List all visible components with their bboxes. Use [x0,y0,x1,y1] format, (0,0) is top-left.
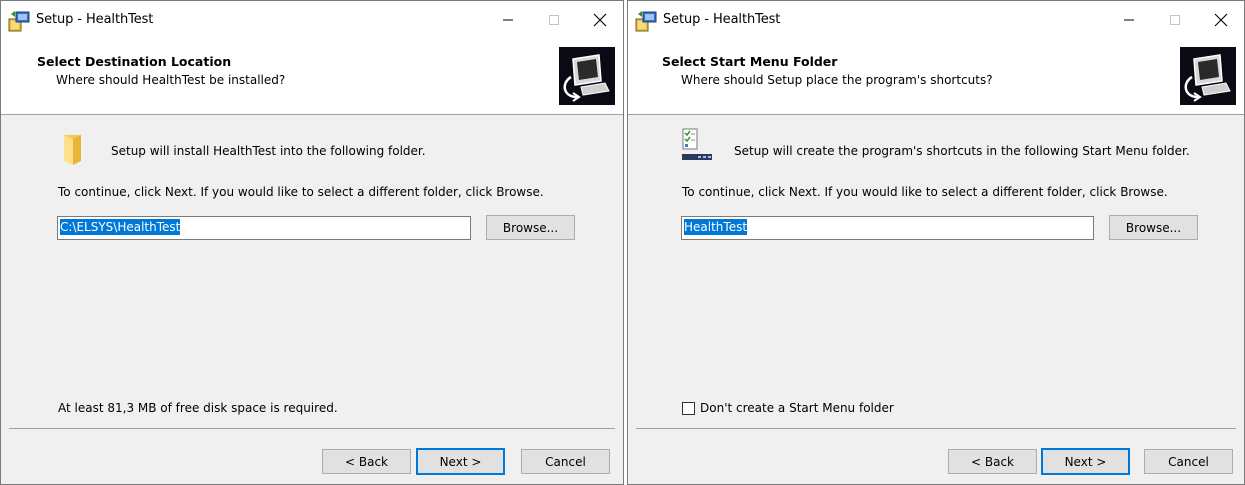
maximize-button [1152,1,1198,39]
continue-instructions: To continue, click Next. If you would li… [682,185,1168,199]
minimize-button[interactable] [1106,1,1152,39]
title-bar[interactable]: Setup - HealthTest [1,1,623,39]
install-info-text: Setup will install HealthTest into the f… [111,144,426,158]
setup-app-icon [8,10,30,32]
next-button[interactable]: Next > [1041,448,1130,475]
no-start-menu-folder-checkbox[interactable] [682,402,695,415]
start-menu-folder-input[interactable]: HealthTest [681,216,1094,240]
close-icon [593,13,607,27]
page-subtitle: Where should Setup place the program's s… [681,73,993,87]
destination-path-input[interactable]: C:\ELSYS\HealthTest [57,216,471,240]
no-start-menu-folder-label[interactable]: Don't create a Start Menu folder [700,401,894,415]
wizard-header: Select Destination Location Where should… [1,39,623,115]
cancel-button[interactable]: Cancel [521,449,610,474]
page-title: Select Destination Location [37,54,232,69]
computer-setup-icon [559,47,615,105]
minimize-icon [503,19,513,21]
page-title: Select Start Menu Folder [662,54,838,69]
destination-path-value: C:\ELSYS\HealthTest [60,219,181,235]
cancel-button[interactable]: Cancel [1144,449,1233,474]
minimize-button[interactable] [485,1,531,39]
footer-divider [9,428,615,429]
window-title: Setup - HealthTest [36,12,154,27]
maximize-icon [1170,15,1180,25]
computer-setup-icon [1180,47,1236,105]
folder-icon [59,131,93,165]
start-menu-folder-icon [680,127,714,161]
window-title: Setup - HealthTest [663,12,781,27]
setup-window-start-menu: Setup - HealthTest Select Start Menu Fol… [627,0,1245,485]
close-button[interactable] [577,1,623,39]
setup-window-destination: Setup - HealthTest Select Destination Lo… [0,0,624,485]
close-button[interactable] [1198,1,1244,39]
browse-button[interactable]: Browse... [1109,215,1198,240]
footer-divider [636,428,1236,429]
back-button[interactable]: < Back [322,449,411,474]
start-menu-folder-value: HealthTest [684,219,748,235]
setup-app-icon [635,10,657,32]
maximize-button [531,1,577,39]
title-bar[interactable]: Setup - HealthTest [628,1,1244,39]
next-button[interactable]: Next > [416,448,505,475]
close-icon [1214,13,1228,27]
maximize-icon [549,15,559,25]
disk-space-text: At least 81,3 MB of free disk space is r… [58,401,338,415]
back-button[interactable]: < Back [948,449,1037,474]
continue-instructions: To continue, click Next. If you would li… [58,185,544,199]
browse-button[interactable]: Browse... [486,215,575,240]
shortcuts-info-text: Setup will create the program's shortcut… [734,144,1190,158]
wizard-header: Select Start Menu Folder Where should Se… [628,39,1244,115]
page-subtitle: Where should HealthTest be installed? [56,73,286,87]
minimize-icon [1124,19,1134,21]
